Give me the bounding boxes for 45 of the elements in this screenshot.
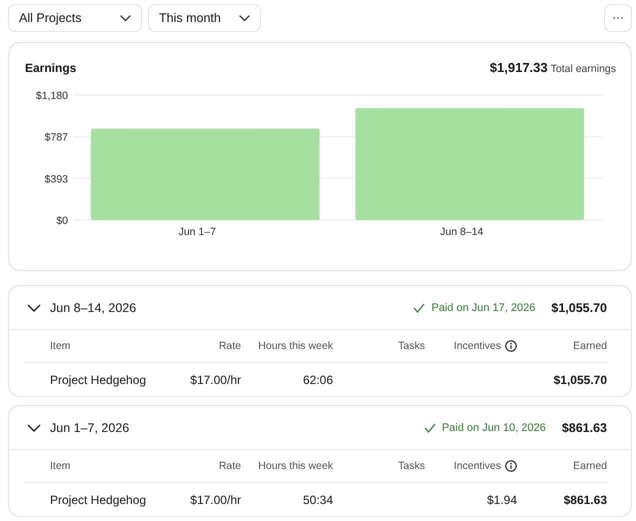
column-header: Tasks	[397, 460, 425, 472]
info-icon[interactable]	[505, 340, 517, 352]
card-title: Earnings	[25, 61, 76, 75]
column-header: Item	[49, 340, 72, 352]
axis-label: Jun 1–7	[178, 226, 216, 238]
column-header: Tasks	[397, 340, 425, 352]
column-header: Earned	[572, 460, 607, 472]
chevron-icon	[238, 14, 250, 22]
column-header: Item	[49, 460, 72, 472]
table-cell-text: 50:34	[302, 492, 333, 506]
table-cell-text: Project Hedgehog	[49, 372, 148, 386]
table-cell-text: $1,055.70	[552, 372, 607, 386]
check-icon	[424, 422, 436, 432]
column-header: Rate	[218, 460, 241, 472]
axis-label: $1,180	[36, 90, 68, 102]
column-header: Rate	[218, 340, 241, 352]
table-cell: $17.00/hr	[190, 372, 241, 386]
axis-label: $0	[56, 215, 68, 227]
chevron-icon	[120, 14, 131, 22]
week-amount: $861.63	[562, 420, 607, 434]
axis-label: $787	[44, 132, 68, 144]
axis-label: $393	[44, 173, 68, 186]
axis-label: Jun 8–14	[440, 226, 484, 238]
week-title: Jun 8–14, 2026	[50, 300, 136, 314]
column-header: Incentives	[454, 460, 501, 472]
total-label: Total earnings	[550, 63, 616, 75]
filter-dropdown[interactable]: All Projects	[8, 4, 142, 32]
table-cell-text: 62:06	[302, 372, 333, 386]
table-cell-text: Project Hedgehog	[49, 492, 148, 506]
check-icon	[413, 302, 426, 312]
payment-status: Paid on Jun 17, 2026	[431, 302, 536, 314]
column-header: Hours this week	[257, 340, 333, 352]
week-amount: $1,055.70	[551, 300, 607, 314]
more-button[interactable]: ···	[604, 4, 632, 32]
column-header: Earned	[572, 340, 607, 352]
table-cell-text: $1.94	[486, 492, 517, 506]
total-amount: $1,917.33	[490, 60, 548, 75]
column-header: Incentives	[454, 340, 501, 352]
filter-dropdown[interactable]: This month	[148, 4, 261, 32]
column-header: Hours this week	[257, 460, 333, 472]
table-cell-text: $861.63	[562, 492, 607, 506]
info-icon[interactable]	[505, 460, 517, 472]
table-cell: $17.00/hr	[190, 492, 241, 506]
week-title: Jun 1–7, 2026	[50, 420, 130, 434]
payment-status: Paid on Jun 10, 2026	[442, 422, 546, 434]
